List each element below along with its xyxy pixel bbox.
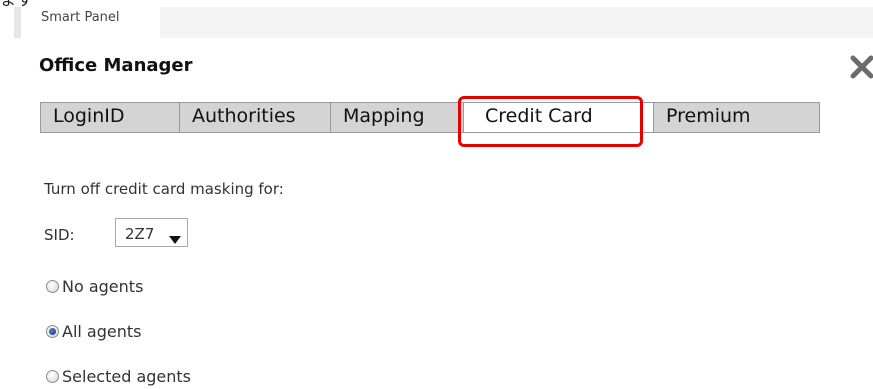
sid-selected-value: 2Z7 [125, 225, 155, 243]
radio-label: Selected agents [62, 367, 191, 386]
chevron-down-icon [169, 229, 181, 248]
sid-label: SID: [44, 226, 75, 244]
radio-label: All agents [62, 322, 142, 341]
tab-mapping[interactable]: Mapping [330, 102, 463, 133]
sid-dropdown[interactable]: 2Z7 [115, 218, 188, 247]
masking-label: Turn off credit card masking for: [44, 180, 284, 198]
radio-button-selected[interactable] [46, 325, 59, 338]
radio-selected-agents[interactable]: Selected agents [46, 367, 191, 386]
tab-authorities[interactable]: Authorities [179, 102, 330, 133]
radio-button[interactable] [46, 370, 59, 383]
tab-loginid[interactable]: LoginID [40, 102, 179, 133]
tab-credit-card[interactable]: Credit Card [463, 102, 653, 133]
panel-tabstrip: Smart Panel [14, 7, 873, 38]
radio-all-agents[interactable]: All agents [46, 322, 141, 341]
tab-premium[interactable]: Premium [653, 102, 820, 133]
radio-label: No agents [62, 277, 144, 296]
tab-bar: LoginID Authorities Mapping Credit Card … [40, 102, 820, 133]
radio-no-agents[interactable]: No agents [46, 277, 143, 296]
tab-smart-panel[interactable]: Smart Panel [14, 7, 160, 38]
dialog-title: Office Manager [39, 55, 193, 76]
radio-button[interactable] [46, 280, 59, 293]
close-icon[interactable] [850, 55, 873, 81]
clipped-top-text: ます [0, 0, 34, 9]
